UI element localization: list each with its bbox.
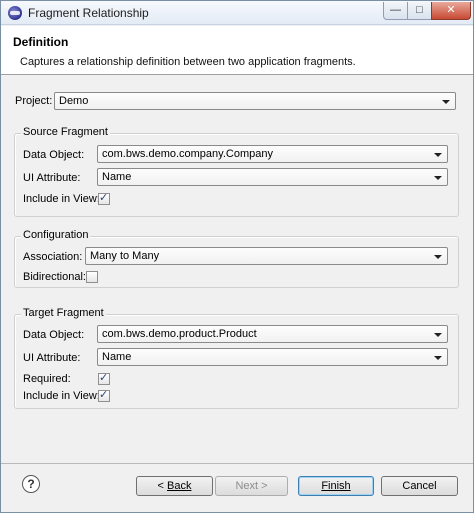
chevron-down-icon (434, 333, 442, 337)
checkmark-icon: ✓ (99, 192, 109, 204)
cancel-button-label: Cancel (402, 480, 437, 492)
checkmark-icon: ✓ (99, 389, 109, 401)
title-bar: Fragment Relationship — □ ✕ (1, 1, 473, 25)
source-data-object-label: Data Object: (23, 149, 85, 161)
association-combo[interactable]: Many to Many (85, 247, 448, 265)
back-button[interactable]: < Back (136, 476, 213, 496)
target-ui-attribute-combo[interactable]: Name (97, 348, 448, 366)
page-title: Definition (13, 35, 69, 49)
close-button[interactable]: ✕ (431, 2, 471, 20)
maximize-button[interactable]: □ (407, 2, 432, 20)
required-checkbox[interactable]: ✓ (98, 372, 110, 385)
configuration-title: Configuration (21, 229, 91, 241)
chevron-down-icon (434, 153, 442, 157)
chevron-down-icon (434, 176, 442, 180)
cancel-button[interactable]: Cancel (381, 476, 458, 496)
chevron-down-icon (434, 356, 442, 360)
bidirectional-checkbox[interactable] (86, 271, 98, 283)
chevron-down-icon (434, 255, 442, 259)
target-data-object-label: Data Object: (23, 329, 85, 341)
minimize-button[interactable]: — (383, 2, 408, 20)
wizard-header: Definition Captures a relationship defin… (1, 26, 473, 75)
target-fragment-title: Target Fragment (21, 307, 106, 319)
project-label: Project: (15, 95, 53, 107)
required-label: Required: (23, 373, 71, 385)
finish-button[interactable]: Finish (298, 476, 374, 496)
source-data-object-value: com.bws.demo.company.Company (102, 148, 273, 160)
association-label: Association: (23, 251, 83, 263)
next-button-label: Next > (235, 480, 268, 492)
target-include-in-view-checkbox[interactable]: ✓ (98, 389, 110, 402)
source-ui-attribute-combo[interactable]: Name (97, 168, 448, 186)
page-description: Captures a relationship definition betwe… (20, 56, 356, 68)
next-button[interactable]: Next > (215, 476, 288, 496)
association-value: Many to Many (90, 250, 160, 262)
bidirectional-label: Bidirectional: (23, 271, 86, 283)
source-data-object-combo[interactable]: com.bws.demo.company.Company (97, 145, 448, 163)
dialog-window: Fragment Relationship — □ ✕ Definition C… (0, 0, 474, 513)
target-data-object-combo[interactable]: com.bws.demo.product.Product (97, 325, 448, 343)
chevron-down-icon (442, 100, 450, 104)
target-ui-attribute-value: Name (102, 351, 132, 363)
help-icon[interactable]: ? (22, 475, 40, 493)
source-ui-attribute-value: Name (102, 171, 132, 183)
eclipse-app-icon (8, 6, 22, 20)
footer-separator (1, 463, 473, 464)
source-fragment-title: Source Fragment (21, 126, 110, 138)
back-button-label: Back (167, 480, 192, 492)
source-include-in-view-label: Include in View: (23, 193, 100, 205)
target-include-in-view-label: Include in View: (23, 390, 100, 402)
window-title: Fragment Relationship (28, 6, 149, 20)
target-ui-attribute-label: UI Attribute: (23, 352, 81, 364)
target-data-object-value: com.bws.demo.product.Product (102, 328, 257, 340)
source-ui-attribute-label: UI Attribute: (23, 172, 81, 184)
source-include-in-view-checkbox[interactable]: ✓ (98, 192, 110, 205)
project-value: Demo (59, 95, 89, 107)
project-combo[interactable]: Demo (54, 92, 456, 110)
checkmark-icon: ✓ (99, 372, 109, 384)
finish-button-label: Finish (321, 480, 351, 492)
back-button-prefix: < (157, 480, 167, 492)
